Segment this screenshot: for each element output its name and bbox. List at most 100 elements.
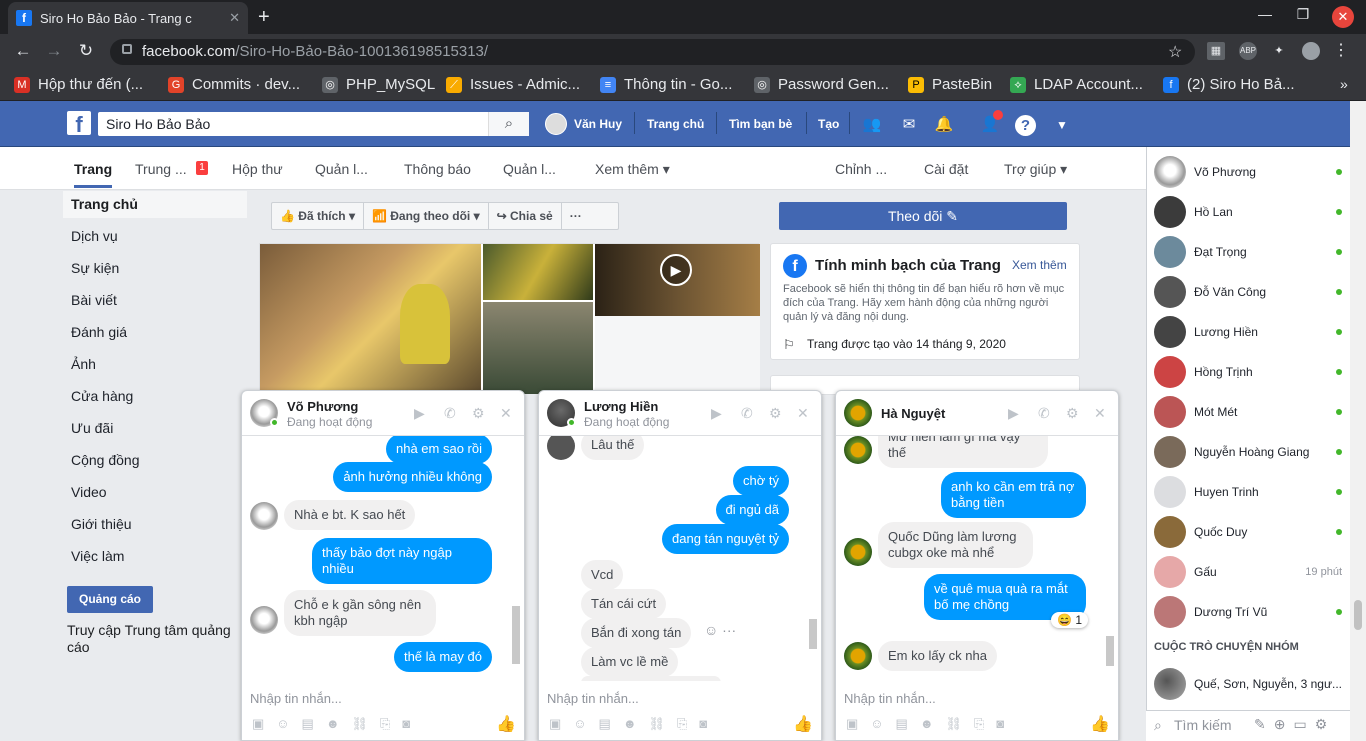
find-friends-link[interactable]: Tìm bạn bè bbox=[729, 117, 792, 131]
phone-icon[interactable]: ✆ bbox=[1038, 405, 1050, 422]
create-link[interactable]: Tạo bbox=[818, 117, 839, 131]
tab-manage[interactable]: Quản l... bbox=[315, 161, 368, 177]
contact-item[interactable]: Đạt Trọng bbox=[1154, 236, 1342, 268]
tab-more[interactable]: Xem thêm ▾ bbox=[595, 161, 670, 178]
sidebar-item-about[interactable]: Giới thiệu bbox=[71, 516, 132, 532]
contact-item[interactable]: Gấu 19 phút bbox=[1154, 556, 1342, 588]
contact-item[interactable]: Dương Trí Vũ bbox=[1154, 596, 1342, 628]
scrollbar-thumb[interactable] bbox=[1354, 600, 1362, 630]
qr-extension-icon[interactable]: ▦ bbox=[1207, 42, 1225, 60]
home-link[interactable]: Trang chủ bbox=[647, 117, 704, 131]
account-menu-icon[interactable]: ▼ bbox=[1051, 115, 1073, 135]
sidebar-item-photos[interactable]: Ảnh bbox=[71, 356, 96, 372]
tab-help[interactable]: Trợ giúp ▾ bbox=[1004, 161, 1067, 178]
close-icon[interactable]: ✕ bbox=[797, 405, 809, 422]
sidebar-item-video[interactable]: Video bbox=[71, 484, 107, 500]
lock-icon[interactable] bbox=[122, 44, 132, 54]
friend-requests-icon[interactable]: 👥 bbox=[861, 115, 883, 135]
sidebar-item-community[interactable]: Cộng đồng bbox=[71, 452, 140, 468]
photo-produce[interactable] bbox=[483, 244, 593, 300]
contact-item[interactable]: Võ Phương bbox=[1154, 156, 1342, 188]
group-chat-item[interactable]: Quế, Sơn, Nguyễn, 3 ngư... bbox=[1154, 668, 1342, 700]
gear-icon[interactable]: ⚙ bbox=[472, 405, 485, 422]
restore-icon[interactable]: ❐ bbox=[1293, 6, 1313, 23]
sidebar-item-reviews[interactable]: Đánh giá bbox=[71, 324, 127, 340]
sidebar-tools-icons[interactable]: ✎⊕▭⚙ bbox=[1254, 716, 1335, 733]
sidebar-item-home[interactable]: Trang chủ bbox=[63, 191, 247, 218]
promote-button[interactable]: Quảng cáo bbox=[67, 586, 153, 613]
bookmark-item[interactable]: ⟋ Issues - Admic... bbox=[446, 76, 580, 93]
back-icon[interactable]: ← bbox=[12, 41, 34, 61]
video-call-icon[interactable]: ▶ bbox=[711, 405, 722, 422]
contact-item[interactable]: Hồ Lan bbox=[1154, 196, 1342, 228]
chat-scrollbar-thumb[interactable] bbox=[512, 606, 520, 664]
tab-edit[interactable]: Chỉnh ... bbox=[835, 161, 887, 177]
contact-item[interactable]: Lương Hiền bbox=[1154, 316, 1342, 348]
see-more-link[interactable]: Xem thêm bbox=[1012, 258, 1067, 272]
video-call-icon[interactable]: ▶ bbox=[1008, 405, 1019, 422]
more-bookmarks-icon[interactable]: » bbox=[1340, 76, 1348, 92]
avatar[interactable] bbox=[545, 113, 567, 135]
like-icon[interactable]: 👍 bbox=[793, 714, 813, 734]
share-button[interactable]: ↪ Chia sẻ bbox=[489, 203, 562, 229]
sidebar-item-offers[interactable]: Ưu đãi bbox=[71, 420, 113, 436]
new-tab-icon[interactable]: + bbox=[258, 6, 270, 29]
chat-header[interactable]: Võ Phương Đang hoạt động ▶ ✆ ⚙ ✕ bbox=[242, 391, 524, 436]
close-tab-icon[interactable]: ✕ bbox=[229, 10, 240, 26]
chat-tools-icons[interactable]: ▣☺▤☻⛓⎘◙ bbox=[549, 716, 719, 732]
sidebar-item-posts[interactable]: Bài viết bbox=[71, 292, 117, 308]
contact-item[interactable]: Nguyễn Hoàng Giang bbox=[1154, 436, 1342, 468]
chat-header[interactable]: Hà Nguyệt ▶ ✆ ⚙ ✕ bbox=[836, 391, 1118, 436]
bookmark-item[interactable]: M Hộp thư đến (... bbox=[14, 76, 143, 93]
following-button[interactable]: 📶 Đang theo dõi ▾ bbox=[364, 203, 489, 229]
chat-window[interactable]: Hà Nguyệt ▶ ✆ ⚙ ✕ Mư hiền làm gì mà vậy … bbox=[835, 390, 1119, 741]
more-options-button[interactable]: ··· bbox=[562, 203, 590, 229]
profile-link[interactable]: Văn Huy bbox=[574, 117, 622, 131]
ad-center-link[interactable]: Truy cập Trung tâm quảng cáo bbox=[67, 622, 242, 656]
profile-avatar[interactable] bbox=[1302, 42, 1320, 60]
sidebar-item-events[interactable]: Sự kiện bbox=[71, 260, 119, 276]
tab-manage-2[interactable]: Quản l... bbox=[503, 161, 556, 177]
sidebar-item-jobs[interactable]: Việc làm bbox=[71, 548, 124, 564]
phone-icon[interactable]: ✆ bbox=[444, 405, 456, 422]
bookmark-item[interactable]: ◎ PHP_MySQL bbox=[322, 76, 435, 93]
reaction-badge[interactable]: 😄 1 bbox=[1051, 612, 1088, 628]
message-input[interactable]: Nhập tin nhắn... bbox=[844, 691, 936, 706]
liked-button[interactable]: 👍 Đã thích ▾ bbox=[272, 203, 364, 229]
contact-item[interactable]: Mót Mét bbox=[1154, 396, 1342, 428]
contact-item[interactable]: Hồng Trịnh bbox=[1154, 356, 1342, 388]
tab-page[interactable]: Trang bbox=[74, 161, 113, 188]
chat-window[interactable]: Lương Hiền Đang hoạt động ▶ ✆ ⚙ ✕ Lâu th… bbox=[538, 390, 822, 741]
chat-tools-icons[interactable]: ▣☺▤☻⛓⎘◙ bbox=[846, 716, 1016, 732]
chat-scrollbar-thumb[interactable] bbox=[1106, 636, 1114, 666]
message-input[interactable]: Nhập tin nhắn... bbox=[250, 691, 342, 706]
window-close-icon[interactable]: ✕ bbox=[1332, 6, 1354, 28]
chat-messages[interactable]: Lâu thế chờ tý đi ngủ dã đang tán nguyệt… bbox=[539, 436, 821, 681]
contact-item[interactable]: Quốc Duy bbox=[1154, 516, 1342, 548]
chat-messages[interactable]: Mư hiền làm gì mà vậy thế anh ko cần em … bbox=[836, 436, 1118, 681]
chat-tools-icons[interactable]: ▣☺▤☻⛓⎘◙ bbox=[252, 716, 422, 732]
play-icon[interactable]: ▶ bbox=[660, 254, 692, 286]
reload-icon[interactable]: ↻ bbox=[75, 41, 97, 61]
like-icon[interactable]: 👍 bbox=[496, 714, 516, 734]
tab-inbox[interactable]: Hộp thư bbox=[232, 161, 283, 177]
adblock-extension-icon[interactable]: ABP bbox=[1239, 42, 1257, 60]
tab-settings[interactable]: Cài đặt bbox=[924, 161, 968, 177]
page-scrollbar[interactable] bbox=[1350, 101, 1366, 741]
like-icon[interactable]: 👍 bbox=[1090, 714, 1110, 734]
facebook-logo-icon[interactable]: f bbox=[67, 111, 91, 137]
forward-icon[interactable]: → bbox=[43, 41, 65, 61]
contact-item[interactable]: Huyen Trinh bbox=[1154, 476, 1342, 508]
bookmark-item[interactable]: f (2) Siro Ho Bả... bbox=[1163, 76, 1295, 93]
bookmark-item[interactable]: ◎ Password Gen... bbox=[754, 76, 889, 93]
chat-window[interactable]: Võ Phương Đang hoạt động ▶ ✆ ⚙ ✕ nhà em … bbox=[241, 390, 525, 741]
message-input[interactable]: Nhập tin nhắn... bbox=[547, 691, 639, 706]
close-icon[interactable]: ✕ bbox=[1094, 405, 1106, 422]
photo-text-post[interactable] bbox=[595, 316, 760, 394]
address-bar[interactable]: facebook.com/Siro-Ho-Bảo-Bảo-10013619851… bbox=[110, 39, 1195, 65]
bookmark-item[interactable]: ≡ Thông tin - Go... bbox=[600, 76, 732, 93]
follow-button[interactable]: Theo dõi ✎ bbox=[779, 202, 1067, 230]
chat-scrollbar-thumb[interactable] bbox=[809, 619, 817, 649]
extensions-icon[interactable]: ✦ bbox=[1270, 42, 1288, 60]
sidebar-item-shop[interactable]: Cửa hàng bbox=[71, 388, 133, 404]
